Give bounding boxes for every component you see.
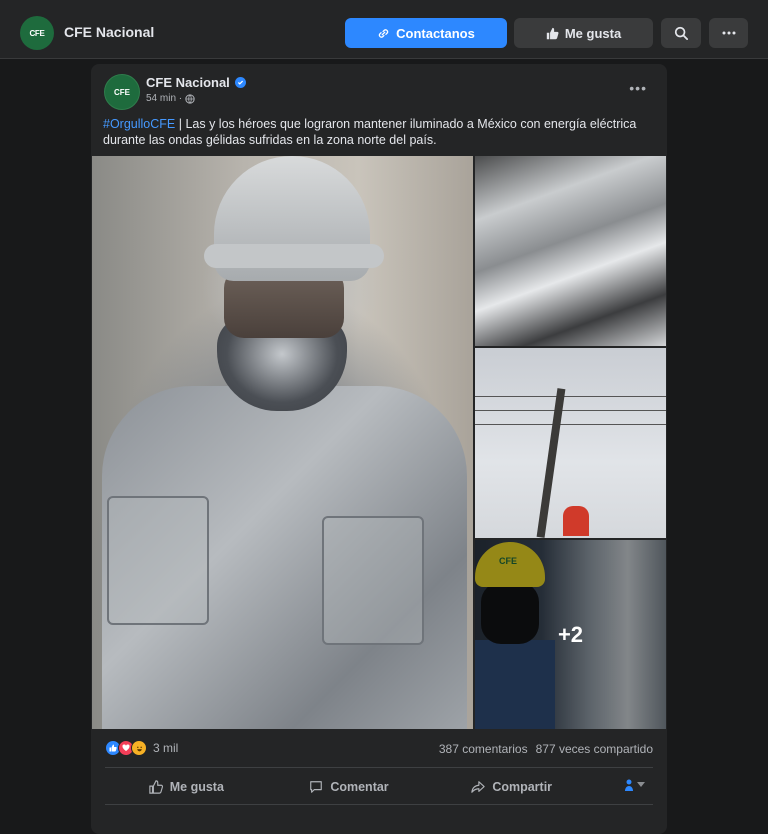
photo-wire (475, 424, 666, 425)
comment-icon (310, 781, 323, 793)
divider (105, 804, 653, 805)
post-actions: Me gusta Comentar Compartir (105, 770, 653, 804)
page-title[interactable]: CFE Nacional (64, 24, 154, 40)
like-button-label: Me gusta (169, 780, 224, 794)
comments-count[interactable]: 387 comentarios (439, 742, 528, 756)
search-icon (674, 26, 688, 40)
post-stats: 387 comentarios 877 veces compartido (439, 742, 653, 756)
more-icon (722, 31, 735, 35)
like-page-button[interactable]: Me gusta (514, 18, 653, 48)
comment-button[interactable]: Comentar (268, 770, 431, 804)
post-author-name[interactable]: CFE Nacional (146, 75, 230, 90)
photo-helmet-brim (204, 244, 384, 268)
globe-icon (185, 93, 195, 104)
more-options-button[interactable] (709, 18, 748, 48)
haha-reaction-icon (131, 740, 147, 756)
link-icon (378, 28, 389, 38)
post-author: CFE Nacional (146, 75, 246, 90)
more-photos-count: +2 (557, 621, 584, 647)
like-button[interactable]: Me gusta (105, 770, 268, 804)
reactions-summary[interactable]: 3 mil (105, 740, 178, 756)
shares-count[interactable]: 877 veces compartido (536, 742, 653, 756)
thumbs-up-icon (546, 27, 559, 39)
reaction-audience-selector[interactable] (624, 779, 645, 791)
author-avatar[interactable]: CFE (104, 74, 140, 110)
photo-pocket-left (107, 496, 209, 625)
photo-frozen-plant[interactable] (475, 156, 666, 346)
more-photos-overlay[interactable]: +2 (475, 540, 666, 729)
avatar-logo-text: CFE (114, 87, 130, 97)
photo-worker-closeup[interactable]: CFE +2 (475, 540, 666, 729)
photo-wire (475, 410, 666, 411)
post-options-icon[interactable]: ••• (629, 80, 647, 96)
user-icon (625, 779, 633, 791)
share-icon (471, 781, 486, 793)
thumbs-up-icon (149, 780, 163, 794)
photo-wire (475, 396, 666, 397)
like-page-label: Me gusta (564, 25, 622, 41)
photo-utility-pole[interactable] (475, 348, 666, 538)
share-button[interactable]: Compartir (430, 770, 593, 804)
contact-button-label: Contactanos (396, 25, 475, 41)
cfe-logo[interactable]: CFE (20, 16, 54, 50)
hashtag-link[interactable]: #OrgulloCFE (103, 117, 175, 131)
reactions-count: 3 mil (153, 741, 179, 755)
contact-button[interactable]: Contactanos (345, 18, 507, 48)
post-body: | Las y los héroes que lograron mantener… (103, 117, 637, 147)
comment-button-label: Comentar (330, 780, 389, 794)
photo-main[interactable] (92, 156, 473, 729)
post-timestamp[interactable]: 54 min · (146, 93, 182, 104)
search-button[interactable] (661, 18, 701, 48)
photo-worker (563, 506, 589, 536)
divider (105, 767, 653, 768)
post-meta: 54 min · (146, 93, 195, 104)
verified-badge-icon (234, 77, 246, 88)
chevron-down-icon (637, 782, 645, 787)
post-card: CFE CFE Nacional 54 min · ••• #OrgulloCF… (91, 64, 667, 834)
logo-text: CFE (29, 28, 45, 38)
page-header: CFE CFE Nacional Contactanos Me gusta (0, 0, 768, 59)
share-button-label: Compartir (492, 780, 553, 794)
photo-pocket-right (322, 516, 424, 645)
post-text: #OrgulloCFE | Las y los héroes que logra… (103, 116, 655, 148)
